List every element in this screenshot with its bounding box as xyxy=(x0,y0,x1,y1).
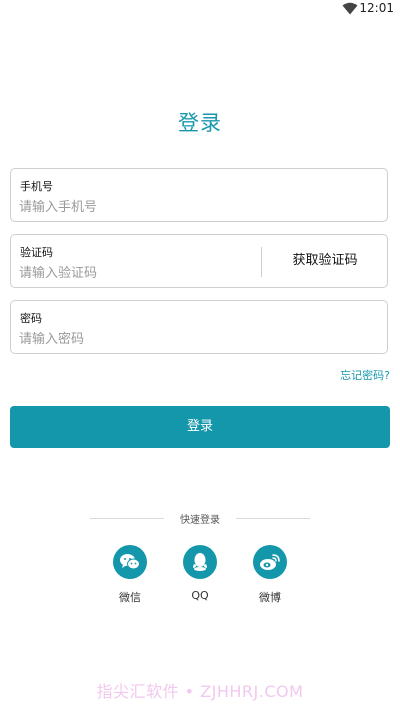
status-bar: 12:01 xyxy=(0,0,400,18)
get-code-button[interactable]: 获取验证码 xyxy=(263,235,387,287)
weibo-label: 微博 xyxy=(259,591,281,604)
phone-field: 手机号 xyxy=(10,168,388,222)
code-label: 验证码 xyxy=(20,246,53,259)
wifi-icon xyxy=(342,2,358,15)
wechat-login-button[interactable]: 微信 xyxy=(100,545,160,605)
quick-login-title: 快速登录 xyxy=(180,515,220,526)
wechat-label: 微信 xyxy=(119,591,141,604)
code-divider xyxy=(261,247,262,277)
qq-login-button[interactable]: QQ xyxy=(170,545,230,602)
page-title: 登录 xyxy=(178,111,222,135)
phone-input[interactable] xyxy=(19,197,259,217)
phone-label: 手机号 xyxy=(20,180,53,193)
forgot-password-link[interactable]: 忘记密码? xyxy=(340,367,390,383)
password-input[interactable] xyxy=(19,329,259,349)
login-button[interactable]: 登录 xyxy=(10,406,390,448)
password-label: 密码 xyxy=(20,312,42,325)
status-time: 12:01 xyxy=(359,1,394,15)
code-field: 验证码 获取验证码 xyxy=(10,234,388,288)
weibo-icon xyxy=(253,545,287,579)
qq-icon xyxy=(183,545,217,579)
password-field: 密码 xyxy=(10,300,388,354)
code-input[interactable] xyxy=(19,263,259,283)
qq-label: QQ xyxy=(191,589,209,602)
wechat-icon xyxy=(113,545,147,579)
weibo-login-button[interactable]: 微博 xyxy=(240,545,300,605)
watermark: 指尖汇软件 • ZJHHRJ.COM xyxy=(96,682,304,701)
